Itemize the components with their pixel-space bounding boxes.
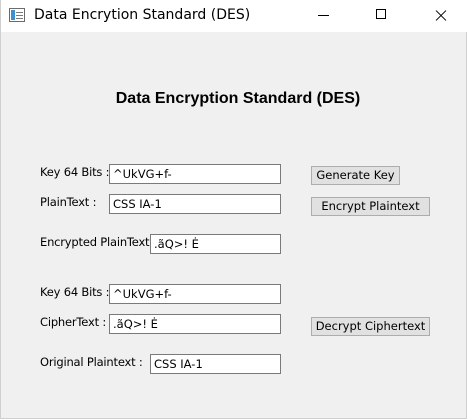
original-plaintext-label: Original Plaintext : (40, 355, 143, 369)
app-window: Data Encrytion Standard (DES) Data Encry… (0, 0, 467, 419)
plaintext-field[interactable]: CSS IA-1 (109, 194, 281, 214)
key-field[interactable]: ^UkVG+f- (109, 164, 281, 184)
encrypted-plaintext-field[interactable]: .ãQ>! Ė (150, 234, 281, 254)
close-button[interactable] (417, 0, 463, 32)
maximize-icon (376, 9, 386, 19)
plaintext-label: PlainText : (40, 195, 97, 209)
title-bar[interactable]: Data Encrytion Standard (DES) (1, 0, 467, 32)
encrypted-plaintext-label: Encrypted PlainText (40, 235, 150, 249)
minimize-button[interactable] (301, 0, 347, 32)
app-window-icon (9, 8, 25, 22)
encrypt-plaintext-button[interactable]: Encrypt Plaintext (311, 197, 430, 216)
ciphertext-label: CipherText : (40, 315, 107, 329)
page-title: Data Encryption Standard (DES) (115, 90, 361, 107)
decrypt-key-field[interactable]: ^UkVG+f- (109, 284, 281, 304)
window-title: Data Encrytion Standard (DES) (34, 7, 251, 23)
decrypt-ciphertext-button[interactable]: Decrypt Ciphertext (311, 317, 430, 336)
ciphertext-field[interactable]: .ãQ>! Ė (109, 314, 281, 334)
decrypt-key-label: Key 64 Bits : (40, 285, 110, 299)
generate-key-button[interactable]: Generate Key (311, 166, 400, 185)
minimize-icon (318, 15, 329, 16)
maximize-button[interactable] (359, 0, 405, 32)
original-plaintext-field[interactable]: CSS IA-1 (150, 354, 281, 374)
key-label: Key 64 Bits : (40, 165, 110, 179)
